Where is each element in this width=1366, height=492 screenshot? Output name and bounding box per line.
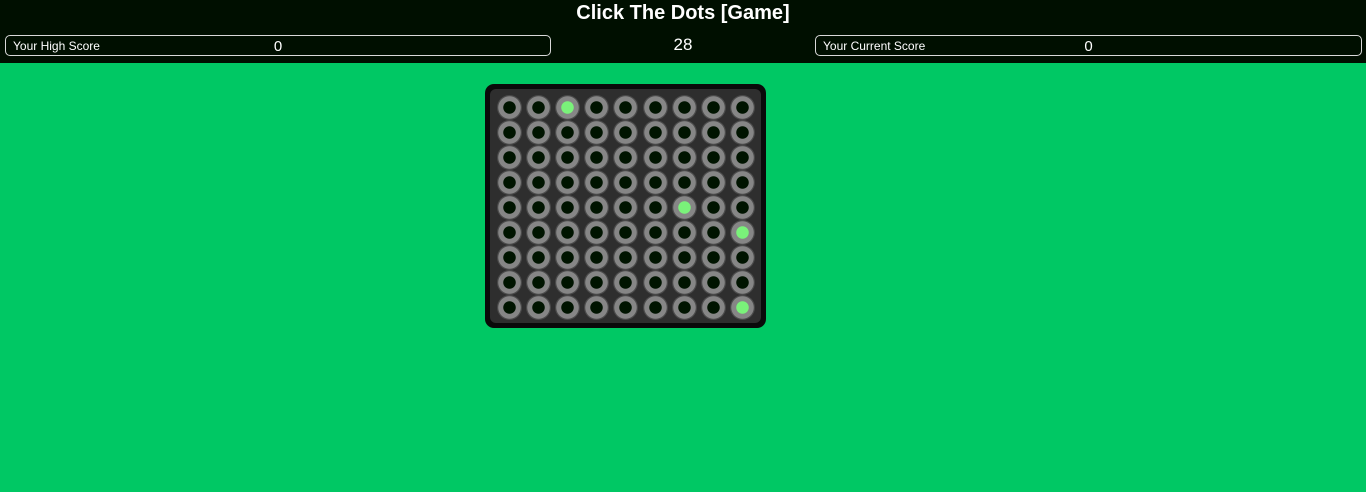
- dot[interactable]: [526, 295, 552, 320]
- dot[interactable]: [671, 120, 697, 145]
- current-score-value: 0: [1084, 38, 1093, 55]
- dot[interactable]: [613, 270, 639, 295]
- dot[interactable]: [671, 295, 697, 320]
- dot[interactable]: [555, 195, 581, 220]
- dot[interactable]: [497, 120, 522, 145]
- dot[interactable]: [642, 245, 668, 270]
- dot[interactable]: [555, 145, 581, 170]
- dot[interactable]: [642, 145, 668, 170]
- dot[interactable]: [700, 220, 726, 245]
- dot[interactable]: [584, 195, 610, 220]
- dot[interactable]: [642, 270, 668, 295]
- dot[interactable]: [526, 245, 552, 270]
- dot-grid: [490, 89, 761, 323]
- dot[interactable]: [555, 170, 581, 195]
- dot[interactable]: [700, 145, 726, 170]
- dot[interactable]: [497, 245, 522, 270]
- dot[interactable]: [729, 245, 755, 270]
- current-score-box: Your Current Score 0: [815, 35, 1362, 56]
- dot[interactable]: [497, 295, 522, 320]
- dot[interactable]: [729, 120, 755, 145]
- dot[interactable]: [584, 220, 610, 245]
- page-title: Click The Dots [Game]: [576, 2, 790, 24]
- dot[interactable]: [700, 270, 726, 295]
- dot[interactable]: [729, 145, 755, 170]
- dot[interactable]: [497, 270, 522, 295]
- dot[interactable]: [613, 170, 639, 195]
- dot[interactable]: [729, 195, 755, 220]
- dot[interactable]: [613, 195, 639, 220]
- dot[interactable]: [729, 270, 755, 295]
- dot[interactable]: [526, 95, 552, 120]
- dot[interactable]: [671, 245, 697, 270]
- dot[interactable]: [613, 120, 639, 145]
- dot[interactable]: [642, 220, 668, 245]
- dot[interactable]: [555, 270, 581, 295]
- dot-lit[interactable]: [671, 195, 697, 220]
- dot[interactable]: [526, 195, 552, 220]
- dot[interactable]: [526, 220, 552, 245]
- dot[interactable]: [642, 195, 668, 220]
- header-bar: Click The Dots [Game] Your High Score 0 …: [0, 0, 1366, 63]
- dot[interactable]: [700, 195, 726, 220]
- dot[interactable]: [497, 195, 522, 220]
- dot[interactable]: [555, 295, 581, 320]
- dot[interactable]: [613, 245, 639, 270]
- dot[interactable]: [555, 120, 581, 145]
- dot[interactable]: [584, 245, 610, 270]
- dot[interactable]: [613, 295, 639, 320]
- dot[interactable]: [497, 170, 522, 195]
- dot[interactable]: [526, 145, 552, 170]
- dot[interactable]: [584, 295, 610, 320]
- dot[interactable]: [642, 170, 668, 195]
- dot[interactable]: [700, 95, 726, 120]
- dot[interactable]: [642, 95, 668, 120]
- dot-lit[interactable]: [729, 220, 755, 245]
- dot-lit[interactable]: [729, 295, 755, 320]
- dot[interactable]: [729, 170, 755, 195]
- dot[interactable]: [642, 120, 668, 145]
- dot[interactable]: [526, 270, 552, 295]
- dot[interactable]: [700, 170, 726, 195]
- dot[interactable]: [642, 295, 668, 320]
- dot-lit[interactable]: [555, 95, 581, 120]
- dot[interactable]: [526, 170, 552, 195]
- dot[interactable]: [497, 220, 522, 245]
- dot[interactable]: [671, 170, 697, 195]
- dot[interactable]: [555, 220, 581, 245]
- dot[interactable]: [613, 145, 639, 170]
- dot[interactable]: [584, 120, 610, 145]
- dot[interactable]: [700, 120, 726, 145]
- dot[interactable]: [700, 245, 726, 270]
- dot[interactable]: [497, 145, 522, 170]
- dot[interactable]: [613, 95, 639, 120]
- game-board: [485, 84, 766, 328]
- dot[interactable]: [584, 95, 610, 120]
- dot[interactable]: [497, 95, 522, 120]
- dot[interactable]: [555, 245, 581, 270]
- dot[interactable]: [526, 120, 552, 145]
- dot[interactable]: [671, 220, 697, 245]
- dot[interactable]: [613, 220, 639, 245]
- dot[interactable]: [584, 270, 610, 295]
- dot[interactable]: [584, 170, 610, 195]
- dot[interactable]: [700, 295, 726, 320]
- dot[interactable]: [671, 270, 697, 295]
- dot[interactable]: [671, 145, 697, 170]
- dot[interactable]: [671, 95, 697, 120]
- dot[interactable]: [584, 145, 610, 170]
- dot[interactable]: [729, 95, 755, 120]
